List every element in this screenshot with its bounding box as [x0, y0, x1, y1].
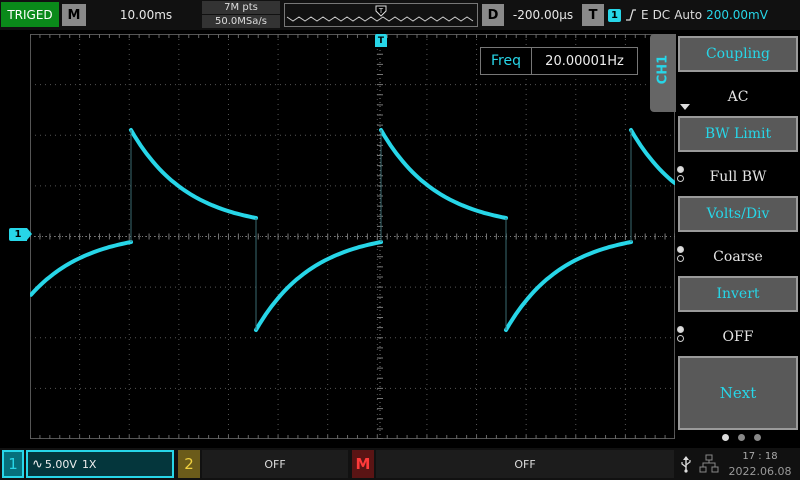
- volts-div-value: Coarse: [713, 249, 763, 265]
- clock-date: 2022.06.08: [728, 464, 792, 478]
- timebase-readout[interactable]: 10.00ms: [92, 3, 200, 27]
- ch1-offset-marker[interactable]: 1: [9, 228, 32, 241]
- memory-depth-readout: 7M pts: [202, 1, 280, 14]
- chevron-down-icon: [680, 104, 690, 110]
- ch1-probe: 1X: [81, 457, 97, 471]
- invert-value: OFF: [722, 329, 754, 345]
- bw-limit-button[interactable]: BW Limit: [678, 116, 798, 152]
- menu-page-indicator: [716, 434, 766, 444]
- coupling-button[interactable]: Coupling: [678, 36, 798, 72]
- ch1-button[interactable]: 1: [2, 450, 24, 478]
- trigger-info[interactable]: 1 E DC Auto 200.00mV: [608, 3, 800, 27]
- ch1-scale: 5.00V: [44, 457, 77, 471]
- coupling-value: AC: [727, 89, 749, 105]
- trigger-position-marker[interactable]: T: [375, 34, 387, 47]
- memory-position-bar: T: [284, 3, 478, 27]
- trigger-badge[interactable]: T: [582, 4, 604, 26]
- bw-limit-radio-icon: [677, 166, 685, 184]
- ch1-settings[interactable]: ∿ 5.00V 1X: [26, 450, 174, 478]
- math-button[interactable]: M: [352, 450, 374, 478]
- ch1-trace: [30, 128, 675, 332]
- memory-waveform-icon: T: [286, 5, 474, 22]
- waveform-display[interactable]: [30, 34, 675, 439]
- ch1-tab-label: CH1: [655, 54, 671, 85]
- trace-segment: [504, 240, 633, 332]
- waveform-graticule: [30, 34, 675, 439]
- bw-limit-value: Full BW: [709, 169, 767, 185]
- graticule-grid: [30, 34, 675, 439]
- measurement-value: 20.00001Hz: [545, 53, 624, 69]
- ch2-button[interactable]: 2: [178, 450, 200, 478]
- trigger-level: 200.00mV: [706, 8, 768, 22]
- trace-segment: [129, 128, 258, 220]
- ch2-status[interactable]: OFF: [202, 450, 348, 478]
- graticule-border: [30, 34, 675, 439]
- trace-segment: [379, 128, 508, 220]
- next-page-button[interactable]: Next: [678, 356, 798, 430]
- trigger-type: E: [640, 8, 649, 22]
- network-icon: [697, 450, 721, 478]
- horizontal-mode-badge[interactable]: M: [62, 4, 86, 26]
- memory-trigger-marker: T: [378, 7, 384, 15]
- trace-segment: [254, 240, 383, 332]
- measurement-label: Freq: [491, 53, 521, 69]
- delay-badge[interactable]: D: [482, 4, 504, 26]
- trigger-status-badge: TRIGED: [1, 2, 59, 27]
- clock-time: 17 : 18: [742, 451, 778, 462]
- trigger-coupling: DC: [652, 8, 671, 22]
- invert-radio-icon: [677, 326, 685, 344]
- rising-edge-icon: [625, 9, 636, 21]
- ac-coupling-icon: ∿: [32, 456, 43, 472]
- trace-segment: [629, 128, 675, 186]
- math-status[interactable]: OFF: [376, 450, 674, 478]
- volts-div-radio-icon: [677, 246, 685, 264]
- sample-rate-readout: 50.0MSa/s: [202, 15, 280, 28]
- invert-button[interactable]: Invert: [678, 276, 798, 312]
- usb-icon: [676, 450, 696, 478]
- ch1-menu-tab[interactable]: CH1: [650, 34, 676, 112]
- frequency-measurement: Freq 20.00001Hz: [480, 47, 638, 75]
- delay-readout[interactable]: -200.00μs: [508, 3, 578, 27]
- trigger-source-marker: 1: [608, 8, 621, 22]
- trigger-mode: Auto: [674, 8, 703, 22]
- volts-div-button[interactable]: Volts/Div: [678, 196, 798, 232]
